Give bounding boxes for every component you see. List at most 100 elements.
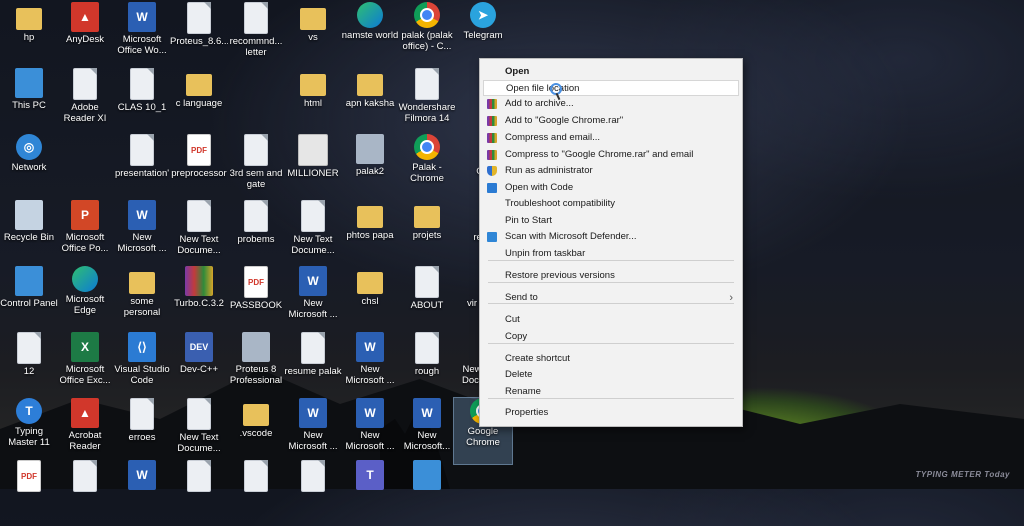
- desktop-icon[interactable]: phtos papa: [341, 200, 399, 266]
- menu-item-open-file-location[interactable]: Open file location: [483, 80, 739, 96]
- edge-icon: [357, 2, 383, 28]
- desktop-icon[interactable]: 12: [0, 332, 58, 398]
- desktop-icon[interactable]: P Microsoft Office Po...: [56, 200, 114, 266]
- desktop-icon[interactable]: Wondershare Filmora 14: [398, 68, 456, 134]
- menu-item-rename[interactable]: Rename: [483, 384, 739, 400]
- menu-item-properties[interactable]: Properties: [483, 405, 739, 421]
- desktop-icon[interactable]: [56, 460, 114, 526]
- desktop-icon[interactable]: [284, 460, 342, 526]
- desktop-icon[interactable]: presentation': [113, 134, 171, 200]
- desktop-icon[interactable]: ◎ Network: [0, 134, 58, 200]
- desktop-icon-label: palak2: [356, 166, 384, 177]
- menu-item-add-to-google-chrome-rar[interactable]: Add to "Google Chrome.rar": [483, 113, 739, 129]
- folder-icon: [300, 8, 326, 30]
- doc-icon: [187, 2, 211, 34]
- menu-item-unpin-from-taskbar[interactable]: Unpin from taskbar: [483, 246, 739, 262]
- desktop-icon[interactable]: c language: [170, 68, 228, 134]
- menu-item-cut[interactable]: Cut: [483, 312, 739, 328]
- desktop-icon[interactable]: CLAS 10_1: [113, 68, 171, 134]
- menu-item-send-to[interactable]: Send to ›: [483, 290, 739, 306]
- desktop-icon[interactable]: ▲ AnyDesk: [56, 2, 114, 68]
- desktop-icon[interactable]: Microsoft Edge: [56, 266, 114, 332]
- desktop-icon[interactable]: W New Microsoft ...: [113, 200, 171, 266]
- doc-icon: [187, 398, 211, 430]
- menu-item-create-shortcut[interactable]: Create shortcut: [483, 351, 739, 367]
- folder-icon: [357, 272, 383, 294]
- desktop-icon[interactable]: namste world: [341, 2, 399, 68]
- desktop-icon[interactable]: MILLIONER: [284, 134, 342, 200]
- desktop-icon[interactable]: PDF PASSBOOK: [227, 266, 285, 332]
- desktop-icon[interactable]: [170, 460, 228, 526]
- desktop-icon[interactable]: hp: [0, 2, 58, 68]
- desktop-icon[interactable]: New Text Docume...: [170, 200, 228, 266]
- desktop-icon[interactable]: html: [284, 68, 342, 134]
- menu-item-copy[interactable]: Copy: [483, 329, 739, 345]
- desktop-icon[interactable]: Palak - Chrome: [398, 134, 456, 200]
- menu-item-scan-with-microsoft-defender[interactable]: Scan with Microsoft Defender...: [483, 229, 739, 245]
- desktop-icon[interactable]: New Text Docume...: [170, 398, 228, 464]
- desktop-icon[interactable]: resume palak: [284, 332, 342, 398]
- menu-item-add-to-archive[interactable]: Add to archive...: [483, 96, 739, 112]
- desktop-icon[interactable]: rough: [398, 332, 456, 398]
- desktop-icon[interactable]: projets: [398, 200, 456, 266]
- desktop-icon[interactable]: W Microsoft Office Wo...: [113, 2, 171, 68]
- desktop-icon[interactable]: ⟨⟩ Visual Studio Code: [113, 332, 171, 398]
- doc-icon: [244, 2, 268, 34]
- desktop-icon-label: Palak - Chrome: [410, 162, 444, 184]
- menu-item-pin-to-start[interactable]: Pin to Start: [483, 213, 739, 229]
- desktop-icon[interactable]: palak (palak office) - C...: [398, 2, 456, 68]
- word-icon: W: [128, 200, 156, 230]
- desktop-icon[interactable]: [398, 460, 456, 526]
- doc-icon: [244, 200, 268, 232]
- desktop-icon[interactable]: PDF preprocessor: [170, 134, 228, 200]
- menu-item-label: Add to "Google Chrome.rar": [505, 115, 624, 126]
- menu-item-compress-to-google-chrome-rar-and-email[interactable]: Compress to "Google Chrome.rar" and emai…: [483, 147, 739, 163]
- desktop-icon[interactable]: W New Microsoft ...: [284, 266, 342, 332]
- desktop-icon[interactable]: W: [113, 460, 171, 526]
- menu-item-run-as-administrator[interactable]: Run as administrator: [483, 163, 739, 179]
- desktop-icon[interactable]: W New Microsoft...: [398, 398, 456, 464]
- desktop-icon[interactable]: 3rd sem and gate: [227, 134, 285, 200]
- desktop-icon[interactable]: vs: [284, 2, 342, 68]
- desktop-icon[interactable]: ▲ Acrobat Reader: [56, 398, 114, 464]
- desktop-icon[interactable]: W New Microsoft ...: [284, 398, 342, 464]
- desktop-icon[interactable]: erroes: [113, 398, 171, 464]
- menu-item-restore-previous-versions[interactable]: Restore previous versions: [483, 268, 739, 284]
- desktop-icon[interactable]: New Text Docume...: [284, 200, 342, 266]
- vs-icon: ⟨⟩: [128, 332, 156, 362]
- desktop-icon[interactable]: T: [341, 460, 399, 526]
- desktop-icon[interactable]: ABOUT: [398, 266, 456, 332]
- menu-item-open[interactable]: Open: [483, 64, 739, 80]
- menu-item-open-with-code[interactable]: Open with Code: [483, 180, 739, 196]
- desktop-icon[interactable]: apn kaksha: [341, 68, 399, 134]
- desktop-icon[interactable]: DEV Dev-C++: [170, 332, 228, 398]
- desktop-icon-label: 3rd sem and gate: [229, 168, 283, 190]
- desktop-icon[interactable]: probems: [227, 200, 285, 266]
- desktop-icon-label: New Microsoft ...: [288, 430, 338, 452]
- doc-icon: [301, 200, 325, 232]
- desktop-icon[interactable]: Adobe Reader XI: [56, 68, 114, 134]
- desktop-icon[interactable]: This PC: [0, 68, 58, 134]
- desktop-icon[interactable]: W New Microsoft ...: [341, 332, 399, 398]
- photo-icon: [242, 332, 270, 362]
- desktop-icon[interactable]: Turbo.C.3.2: [170, 266, 228, 332]
- desktop-icon[interactable]: PDF: [0, 460, 58, 526]
- desktop-icon[interactable]: palak2: [341, 134, 399, 200]
- desktop-icon[interactable]: Proteus 8 Professional: [227, 332, 285, 398]
- desktop-icon[interactable]: some personal: [113, 266, 171, 332]
- menu-item-delete[interactable]: Delete: [483, 367, 739, 383]
- menu-item-compress-and-email[interactable]: Compress and email...: [483, 130, 739, 146]
- menu-item-label: Run as administrator: [505, 165, 593, 176]
- desktop-icon[interactable]: Proteus_8.6...: [170, 2, 228, 68]
- desktop-icon[interactable]: .vscode: [227, 398, 285, 464]
- desktop-icon[interactable]: X Microsoft Office Exc...: [56, 332, 114, 398]
- desktop-icon[interactable]: Recycle Bin: [0, 200, 58, 266]
- desktop-icon[interactable]: Control Panel: [0, 266, 58, 332]
- desktop-icon[interactable]: recommnd... letter: [227, 2, 285, 68]
- desktop-icon[interactable]: [227, 460, 285, 526]
- desktop-icon[interactable]: T Typing Master 11: [0, 398, 58, 464]
- desktop-icon[interactable]: W New Microsoft ...: [341, 398, 399, 464]
- menu-item-troubleshoot-compatibility[interactable]: Troubleshoot compatibility: [483, 196, 739, 212]
- desktop-icon[interactable]: chsl: [341, 266, 399, 332]
- desktop-icon-label: phtos papa: [346, 230, 394, 241]
